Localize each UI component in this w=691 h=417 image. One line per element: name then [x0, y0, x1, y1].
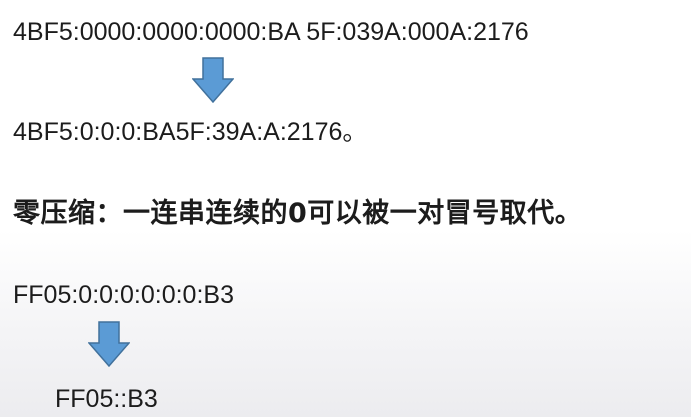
- zero-compression-rule-heading: 零压缩：一连串连续的0可以被一对冒号取代。: [13, 198, 583, 229]
- down-arrow-icon: [192, 57, 234, 103]
- ipv6-address-leading-zero-removed: 4BF5:0:0:0:BA5F:39A:A:2176。: [13, 118, 368, 146]
- example-address-full: FF05:0:0:0:0:0:0:B3: [13, 281, 234, 309]
- example-address-compressed: FF05::B3: [55, 385, 158, 413]
- down-arrow-icon: [88, 321, 130, 367]
- ipv6-address-full: 4BF5:0000:0000:0000:BA 5F:039A:000A:2176: [13, 18, 529, 46]
